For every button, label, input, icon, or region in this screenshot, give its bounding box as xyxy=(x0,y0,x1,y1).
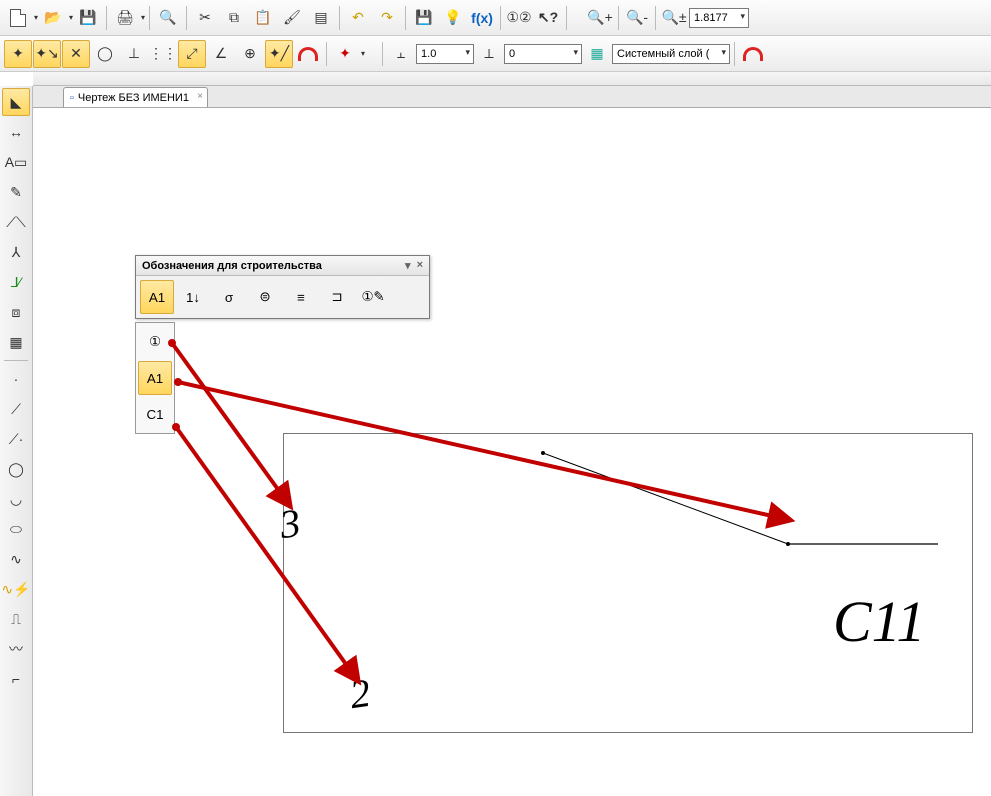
format-painter-button[interactable]: 🖌 xyxy=(278,4,306,32)
new-file-button[interactable] xyxy=(4,4,32,32)
page-boundary xyxy=(283,433,973,733)
snap-toggle-button[interactable] xyxy=(294,40,322,68)
print-button[interactable]: 🖨 xyxy=(111,4,139,32)
nurbs-tool-button[interactable]: ∿⚡ xyxy=(2,575,30,603)
close-icon[interactable]: × xyxy=(197,91,203,102)
style-point-button[interactable]: ✦ xyxy=(331,40,359,68)
param-tool-button[interactable]: ⅄ xyxy=(2,238,30,266)
snap-angle-button[interactable]: ∠ xyxy=(207,40,235,68)
open-file-button[interactable]: 📂 xyxy=(39,4,67,32)
dimension-style-button[interactable]: ⫠ xyxy=(387,40,415,68)
style-combo[interactable]: 0 xyxy=(504,44,582,64)
zoom-scale-button[interactable]: 🔍± xyxy=(660,4,688,32)
marker-pos-button[interactable]: ①✎ xyxy=(356,280,390,314)
marker-section-button[interactable]: σ xyxy=(212,280,246,314)
tab-label: Чертеж БЕЗ ИМЕНИ1 xyxy=(78,92,189,104)
layer-button[interactable]: ▦ xyxy=(583,40,611,68)
polyline-tool-button[interactable]: ⎍ xyxy=(2,605,30,633)
snap-point-button[interactable]: ✦ xyxy=(4,40,32,68)
construction-tool-button[interactable]: ✎ xyxy=(2,178,30,206)
measure-tool-button[interactable]: ⅃⁄ xyxy=(2,268,30,296)
drawing-canvas[interactable]: С11 xyxy=(33,108,991,796)
point-tool-button[interactable]: · xyxy=(2,365,30,393)
flyout-palette: ① A1 C1 xyxy=(135,322,175,434)
spec-tool-button[interactable]: ▦ xyxy=(2,328,30,356)
variables-button[interactable]: f(x) xyxy=(468,4,496,32)
cursor-help-button[interactable]: ↖? xyxy=(534,4,562,32)
line-tool-button[interactable]: ⟋· xyxy=(2,425,30,453)
ellipse-tool-button[interactable]: ⬭ xyxy=(2,515,30,543)
dimensions-tool-button[interactable]: ↔ xyxy=(2,118,30,146)
style-value: 0 xyxy=(509,48,515,60)
spline-tool-button[interactable]: ∿ xyxy=(2,545,30,573)
marker-frag-button[interactable]: ≡ xyxy=(284,280,318,314)
edit-tool-button[interactable]: ⟋⟍ xyxy=(2,208,30,236)
document-icon: ▫ xyxy=(70,92,74,104)
zoom-value: 1.8177 xyxy=(694,12,728,24)
document-tab[interactable]: ▫ Чертеж БЕЗ ИМЕНИ1 × xyxy=(63,87,208,107)
flyout-option-a1[interactable]: A1 xyxy=(138,361,172,395)
snap-normal-button[interactable]: ⊥ xyxy=(120,40,148,68)
text-tool-button[interactable]: A▭ xyxy=(2,148,30,176)
geometry-tool-button[interactable]: ◣ xyxy=(2,88,30,116)
line-width-value: 1.0 xyxy=(421,48,436,60)
chamfer-tool-button[interactable]: ⌐ xyxy=(2,665,30,693)
line-width-combo[interactable]: 1.0 xyxy=(416,44,474,64)
tool-panel: ◣ ↔ A▭ ✎ ⟋⟍ ⅄ ⅃⁄ ⧈ ▦ · ⟋ ⟋· ◯ ◡ ⬭ ∿ ∿⚡ ⎍… xyxy=(0,86,33,796)
paste-button[interactable]: 📋 xyxy=(249,4,277,32)
marker-a1-button[interactable]: A1 xyxy=(140,280,174,314)
zoom-in-button[interactable]: 🔍+ xyxy=(586,4,614,32)
snap-tangent-button[interactable]: ◯ xyxy=(91,40,119,68)
magnet2-button[interactable] xyxy=(739,40,767,68)
zoom-combo[interactable]: 1.8177 xyxy=(689,8,749,28)
snap-endpoint-button[interactable]: ✦╱ xyxy=(265,40,293,68)
marker-level-button[interactable]: 1↓ xyxy=(176,280,210,314)
dropdown-arrow-icon[interactable]: ▾ xyxy=(34,13,38,22)
line-style-button[interactable]: ⟂ xyxy=(475,40,503,68)
layer-combo[interactable]: Системный слой ( xyxy=(612,44,730,64)
snap-grid-button[interactable]: ⋮⋮ xyxy=(149,40,177,68)
flyout-option-1[interactable]: ① xyxy=(138,325,172,359)
palette-collapse-icon[interactable]: ▾ xyxy=(405,259,411,272)
help-tip-button[interactable]: 💡 xyxy=(439,4,467,32)
save-all-button[interactable]: 💾 xyxy=(410,4,438,32)
properties-button[interactable]: ▤ xyxy=(307,4,335,32)
palette-titlebar[interactable]: Обозначения для строительства ▾ × xyxy=(136,256,429,276)
layer-value: Системный слой ( xyxy=(617,48,709,60)
snap-axis-button[interactable]: ⤢ xyxy=(178,40,206,68)
snap-center-button[interactable]: ⊕ xyxy=(236,40,264,68)
marker-node-button[interactable]: ⊜ xyxy=(248,280,282,314)
select-tool-button[interactable]: ⧈ xyxy=(2,298,30,326)
marker-break-button[interactable]: ⊐ xyxy=(320,280,354,314)
undo-button[interactable]: ↶ xyxy=(344,4,372,32)
copy-button[interactable]: ⧉ xyxy=(220,4,248,32)
dropdown-arrow-icon[interactable]: ▾ xyxy=(69,13,73,22)
circle-tool-button[interactable]: ◯ xyxy=(2,455,30,483)
palette-close-icon[interactable]: × xyxy=(417,259,423,272)
snap-nearest-button[interactable]: ✦↘ xyxy=(33,40,61,68)
redo-button[interactable]: ↷ xyxy=(373,4,401,32)
flyout-option-c1[interactable]: C1 xyxy=(138,397,172,431)
palette-title-text: Обозначения для строительства xyxy=(142,260,322,272)
construction-markers-palette: Обозначения для строительства ▾ × A1 1↓ … xyxy=(135,255,430,319)
segment-tool-button[interactable]: ⟋ xyxy=(2,395,30,423)
snap-intersect-button[interactable]: ✕ xyxy=(62,40,90,68)
dropdown-arrow-icon[interactable]: ▾ xyxy=(141,13,145,22)
print-preview-button[interactable]: 🔍 xyxy=(154,4,182,32)
dropdown-arrow-icon[interactable]: ▾ xyxy=(361,49,365,58)
label-c11: С11 xyxy=(833,588,925,655)
document-tabstrip: ▫ Чертеж БЕЗ ИМЕНИ1 × xyxy=(33,86,991,108)
zoom-out-button[interactable]: 🔍- xyxy=(623,4,651,32)
arc-tool-button[interactable]: ◡ xyxy=(2,485,30,513)
cut-button[interactable]: ✂ xyxy=(191,4,219,32)
params-button[interactable]: ①② xyxy=(505,4,533,32)
save-button[interactable]: 💾 xyxy=(74,4,102,32)
snap-toolbar: ✦ ✦↘ ✕ ◯ ⊥ ⋮⋮ ⤢ ∠ ⊕ ✦╱ ✦ ▾ ⫠ 1.0 ⟂ 0 ▦ С… xyxy=(0,36,991,72)
bezier-tool-button[interactable]: 〰 xyxy=(2,635,30,663)
main-toolbar: ▾ 📂 ▾ 💾 🖨 ▾ 🔍 ✂ ⧉ 📋 🖌 ▤ ↶ ↷ 💾 💡 f(x) ①② … xyxy=(0,0,991,36)
